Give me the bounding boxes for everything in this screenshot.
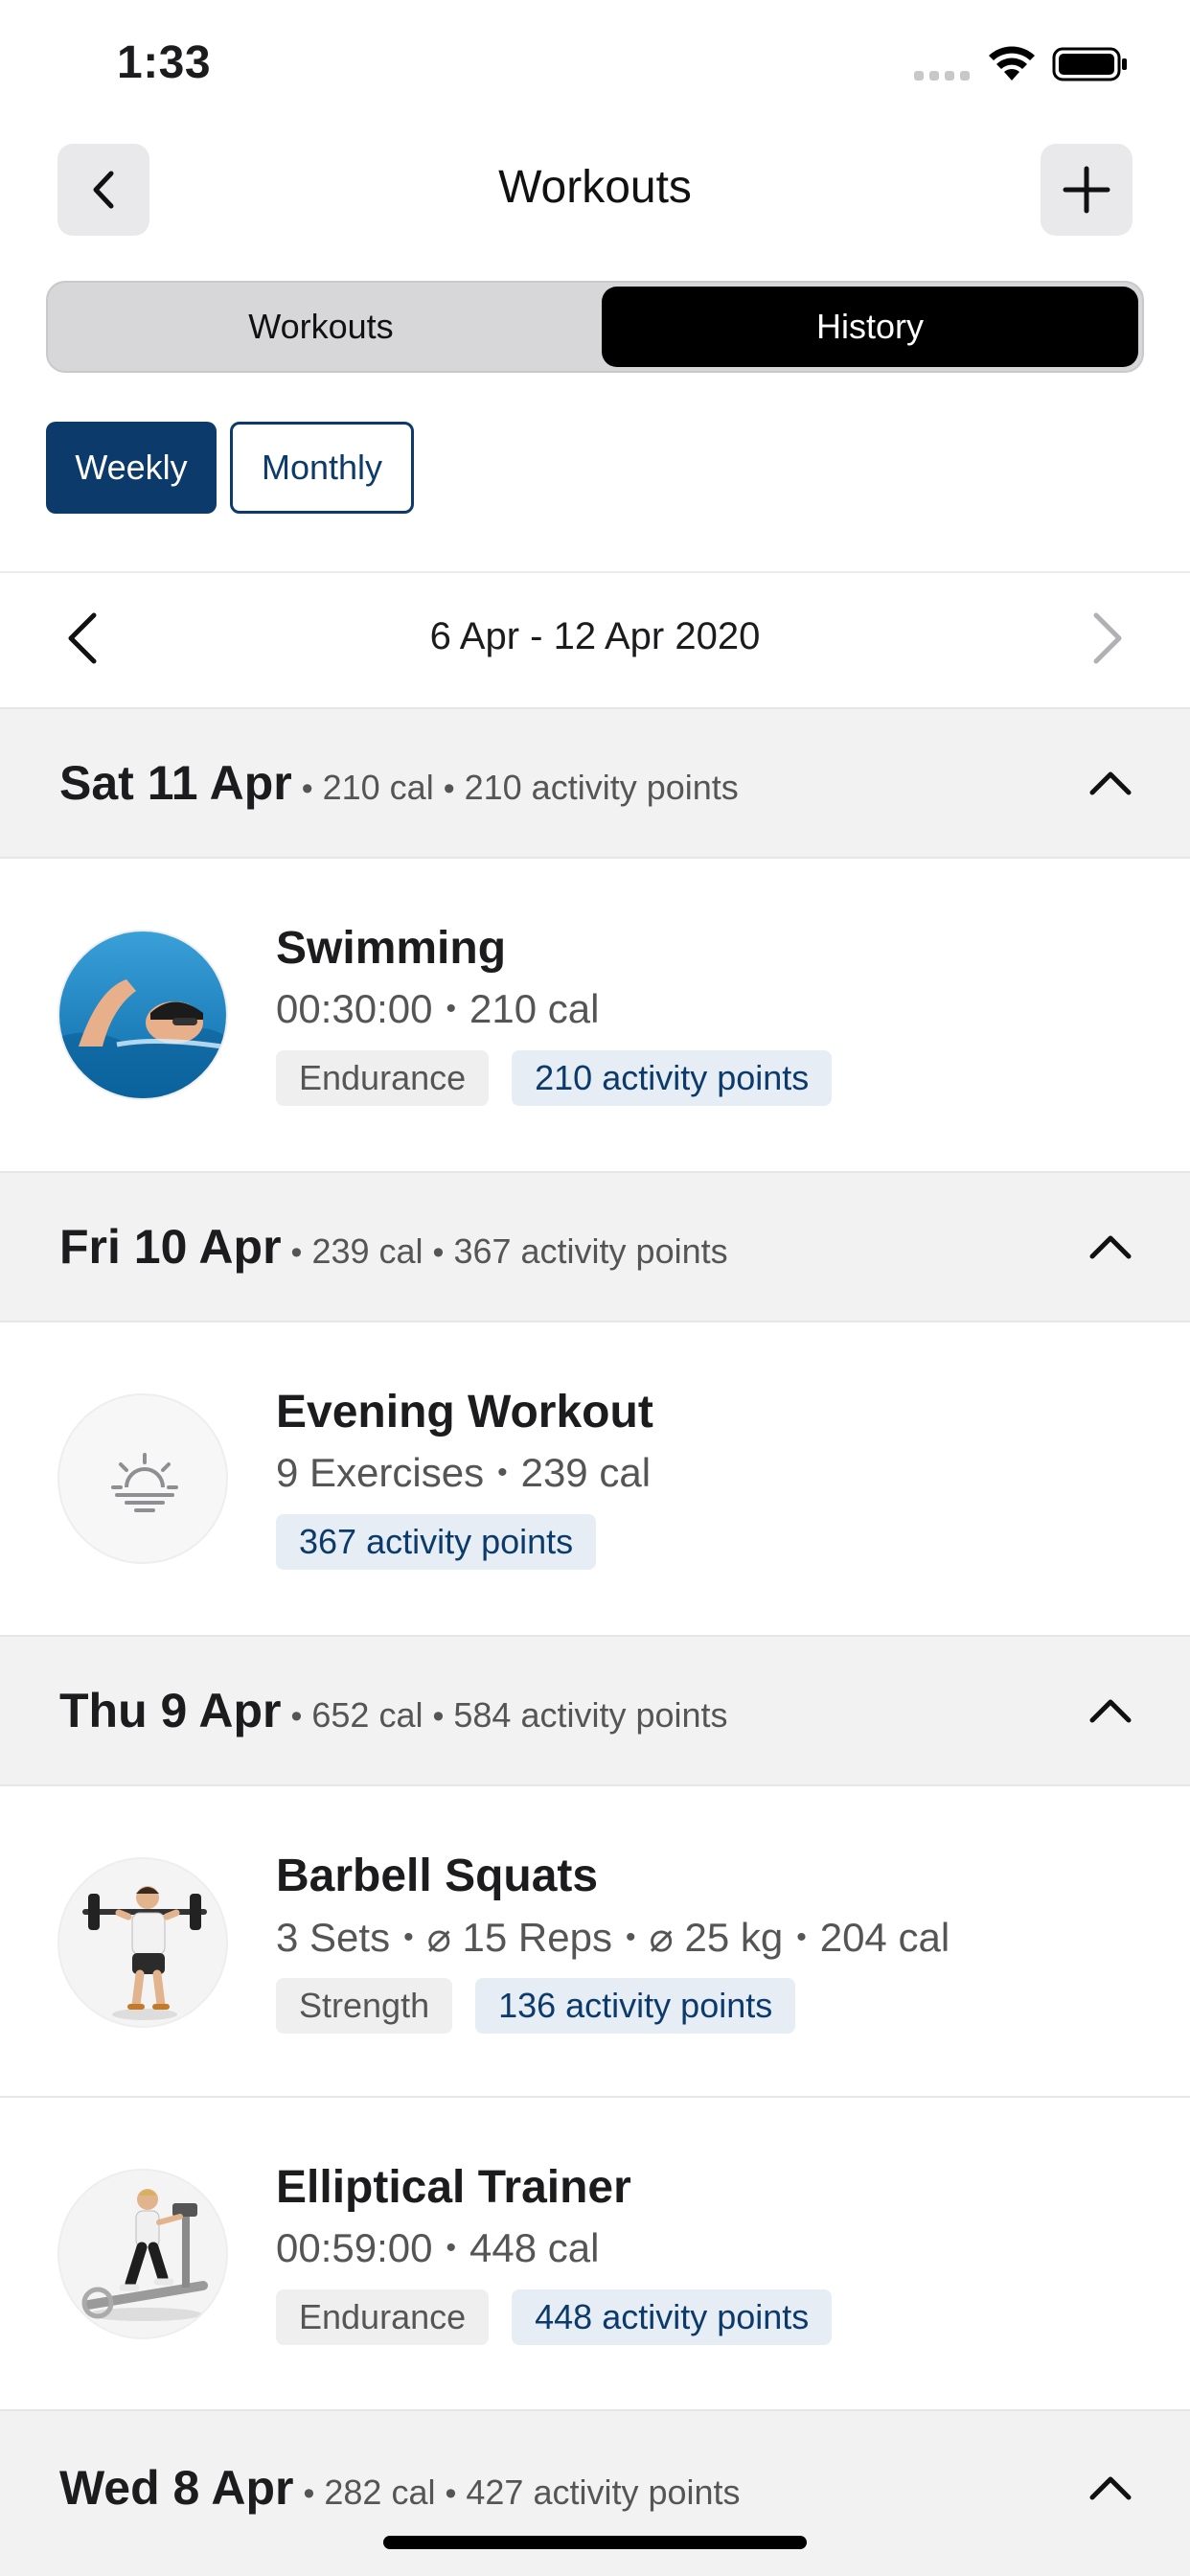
workout-details: 3 Sets • ⌀ 15 Reps • ⌀ 25 kg • 204 cal: [276, 1914, 950, 1961]
workout-calories: 239 cal: [520, 1450, 652, 1495]
day-header[interactable]: Fri 10 Apr • 239 cal • 367 activity poin…: [0, 1171, 1190, 1322]
day-activity-points: 427 activity points: [466, 2472, 741, 2512]
day-title: Thu 9 Apr: [59, 1684, 282, 1737]
chevron-up-icon[interactable]: [1087, 2472, 1134, 2503]
day-header[interactable]: Sat 11 Apr • 210 cal • 210 activity poin…: [0, 707, 1190, 859]
home-indicator[interactable]: [383, 2536, 807, 2549]
workout-exercise-count: 9 Exercises: [276, 1450, 485, 1495]
workout-reps: ⌀ 15 Reps: [426, 1915, 612, 1960]
elliptical-figure: [57, 2169, 228, 2339]
workout-duration: 00:30:00: [276, 986, 433, 1031]
workout-duration: 00:59:00: [276, 2225, 433, 2270]
monthly-button[interactable]: Monthly: [230, 422, 414, 514]
day-calories: 652 cal: [311, 1695, 423, 1735]
chevron-up-icon[interactable]: [1087, 1695, 1134, 1726]
category-tag: Strength: [276, 1978, 453, 2034]
add-workout-button[interactable]: [1041, 144, 1133, 236]
activity-points-tag: 367 activity points: [276, 1514, 597, 1570]
workout-sets: 3 Sets: [276, 1914, 391, 1960]
workout-calories: 210 cal: [469, 986, 600, 1031]
workout-details: 9 Exercises • 239 cal: [276, 1450, 652, 1495]
activity-points-tag: 448 activity points: [512, 2289, 833, 2345]
wifi-icon: [989, 46, 1035, 80]
workout-name: Elliptical Trainer: [276, 2162, 631, 2213]
segment-workouts[interactable]: Workouts: [52, 287, 590, 367]
day-title: Wed 8 Apr: [59, 2461, 294, 2515]
workout-row[interactable]: Barbell Squats 3 Sets • ⌀ 15 Reps • ⌀ 25…: [0, 1786, 1190, 2099]
workout-details: 00:59:00 • 448 cal: [276, 2225, 600, 2270]
workout-calories: 448 cal: [469, 2225, 600, 2270]
next-week-button[interactable]: [1087, 610, 1129, 667]
date-range-label: 6 Apr - 12 Apr 2020: [429, 615, 761, 657]
workout-name: Swimming: [276, 923, 507, 974]
category-tag: Endurance: [276, 1050, 490, 1106]
day-header[interactable]: Thu 9 Apr • 652 cal • 584 activity point…: [0, 1635, 1190, 1786]
weekly-button[interactable]: Weekly: [46, 422, 217, 514]
sunset-icon: [57, 1393, 228, 1564]
workout-weight: ⌀ 25 kg: [649, 1915, 784, 1960]
day-activity-points: 367 activity points: [453, 1231, 728, 1271]
day-title: Sat 11 Apr: [59, 756, 292, 810]
workout-row[interactable]: Evening Workout 9 Exercises • 239 cal 36…: [0, 1322, 1190, 1635]
workout-name: Evening Workout: [276, 1387, 653, 1438]
day-calories: 282 cal: [324, 2472, 436, 2512]
divider: [0, 571, 1190, 573]
day-header[interactable]: Wed 8 Apr • 282 cal • 427 activity point…: [0, 2409, 1190, 2576]
activity-points-tag: 136 activity points: [475, 1978, 796, 2034]
status-bar: 1:33: [0, 0, 1190, 134]
page-title: Workouts: [498, 162, 692, 213]
day-calories: 210 cal: [322, 768, 434, 807]
workout-calories: 204 cal: [819, 1914, 950, 1960]
plus-icon: [1063, 166, 1110, 214]
view-segmented-control: Workouts History: [46, 281, 1144, 373]
workout-details: 00:30:00 • 210 cal: [276, 986, 600, 1031]
battery-icon: [1052, 47, 1127, 81]
workout-row[interactable]: Elliptical Trainer 00:59:00 • 448 cal En…: [0, 2098, 1190, 2410]
day-title: Fri 10 Apr: [59, 1220, 282, 1274]
day-activity-points: 210 activity points: [464, 768, 739, 807]
swimmer-photo: [57, 930, 228, 1100]
workout-name: Barbell Squats: [276, 1851, 599, 1901]
cellular-signal-icon: [914, 71, 970, 80]
chevron-up-icon[interactable]: [1087, 1231, 1134, 1262]
day-activity-points: 584 activity points: [453, 1695, 728, 1735]
workout-row[interactable]: Swimming 00:30:00 • 210 cal Endurance 21…: [0, 859, 1190, 1171]
segment-history[interactable]: History: [602, 287, 1138, 367]
category-tag: Endurance: [276, 2289, 490, 2345]
day-calories: 239 cal: [311, 1231, 423, 1271]
chevron-up-icon[interactable]: [1087, 768, 1134, 798]
barbell-squat-figure: [57, 1857, 228, 2028]
activity-points-tag: 210 activity points: [512, 1050, 833, 1106]
status-time: 1:33: [117, 37, 212, 88]
